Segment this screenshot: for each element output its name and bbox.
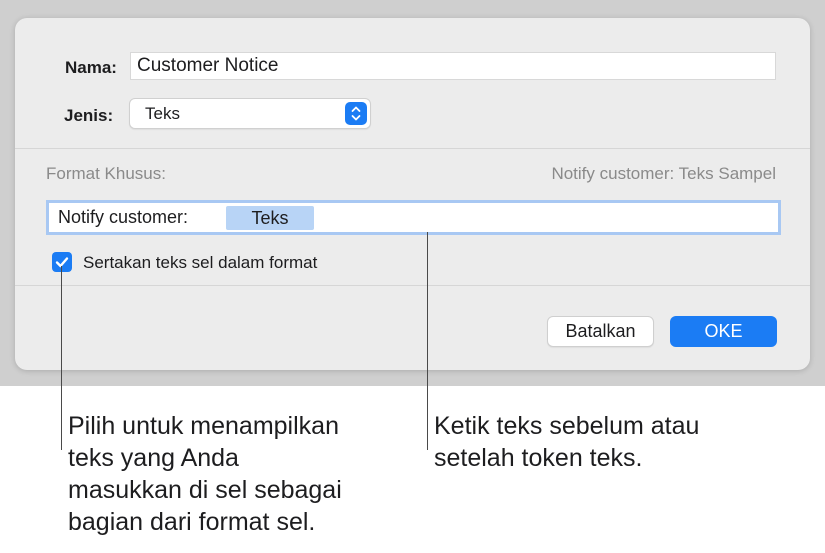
checkbox-callout-line1: Pilih untuk menampilkan xyxy=(68,412,339,440)
footer-divider xyxy=(15,285,810,286)
format-callout-line2: setelah token teks. xyxy=(434,444,643,472)
up-down-chevron-icon xyxy=(345,102,367,125)
cancel-button[interactable]: Batalkan xyxy=(547,316,654,347)
custom-format-label: Format Khusus: xyxy=(46,164,166,183)
checkbox-callout-line4: bagian dari format sel. xyxy=(68,508,316,536)
checkbox-callout-line3: masukkan di sel sebagai xyxy=(68,476,342,504)
format-callout-line1: Ketik teks sebelum atau xyxy=(434,412,700,440)
checkmark-icon xyxy=(55,257,69,268)
include-cell-text-label: Sertakan teks sel dalam format xyxy=(83,253,318,272)
section-divider xyxy=(15,148,810,149)
ok-button[interactable]: OKE xyxy=(670,316,777,347)
type-select[interactable]: Teks xyxy=(129,98,371,129)
format-callout: Ketik teks sebelum atau setelah token te… xyxy=(434,410,699,474)
name-label: Nama: xyxy=(65,58,117,77)
text-token[interactable]: Teks xyxy=(226,206,314,230)
checkbox-callout-line xyxy=(61,266,62,450)
format-input[interactable]: Notify customer: Teks xyxy=(46,200,781,235)
format-callout-line xyxy=(427,232,428,450)
sample-preview: Notify customer: Teks Sampel xyxy=(551,164,776,183)
name-input[interactable]: Customer Notice xyxy=(130,52,776,80)
checkbox-callout: Pilih untuk menampilkan teks yang Anda m… xyxy=(68,410,342,538)
format-prefix-text: Notify customer: xyxy=(58,207,189,227)
include-cell-text-checkbox[interactable] xyxy=(52,252,72,272)
checkbox-callout-line2: teks yang Anda xyxy=(68,444,239,472)
custom-format-dialog: Nama: Customer Notice Jenis: Teks Format… xyxy=(15,18,810,370)
type-label: Jenis: xyxy=(64,106,114,125)
type-select-value: Teks xyxy=(145,104,180,123)
